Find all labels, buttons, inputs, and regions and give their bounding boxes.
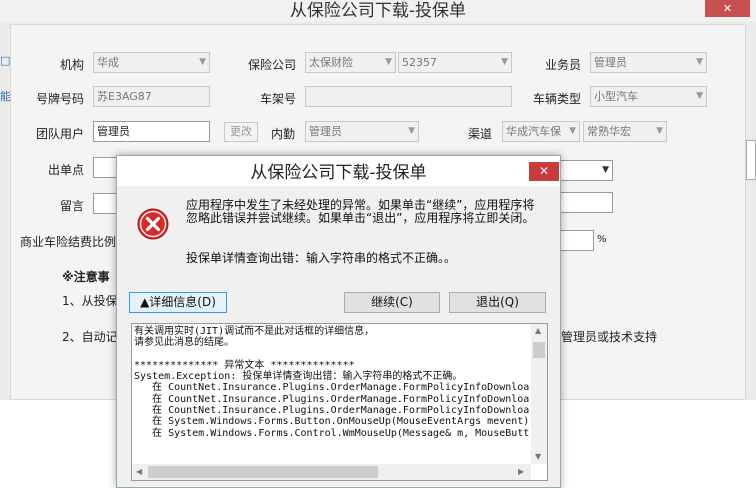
chevron-down-icon: ▼ [656,126,663,136]
channel-value: 华成汽车保 [506,125,561,138]
scroll-left-icon[interactable]: ◀ [136,467,142,476]
dialog-title: 从保险公司下载-投保单 [250,163,427,183]
salesman-select[interactable]: 管理员 ▼ [590,52,707,73]
right-edge-fragment [746,140,756,180]
exception-details-textbox[interactable]: 有关调用实时(JIT)调试而不是此对话框的详细信息， 请参见此消息的结尾。 **… [131,323,548,481]
channel-value2: 常熟华宏 [587,125,631,138]
vertical-scrollbar[interactable]: ▲ ▼ [531,324,547,464]
notes-title: ※注意事 [62,270,110,284]
details-toggle-button[interactable]: ▲详细信息(D) [129,292,227,313]
percent-symbol: % [597,234,607,245]
team-user-label: 团队用户 [36,127,85,141]
left-edge-fragment: □ 能 [0,54,11,103]
chevron-down-icon: ▼ [569,126,576,136]
note-1: 1、从投保 [62,294,118,308]
internal-value: 管理员 [309,125,342,138]
chevron-down-icon: ▼ [199,57,206,67]
plate-label: 号牌号码 [36,92,85,106]
channel-select[interactable]: 华成汽车保 ▼ [502,121,580,142]
frame-label: 车架号 [260,92,297,106]
internal-label: 内勤 [271,127,296,141]
issue-point-label: 出单点 [48,163,85,177]
vehicle-type-label: 车辆类型 [533,92,582,106]
error-dialog: 从保险公司下载-投保单 ✕ 应用程序中发生了未经处理的异常。如果单击“继续”，应… [116,155,561,488]
exception-details-text: 有关调用实时(JIT)调试而不是此对话框的详细信息， 请参见此消息的结尾。 **… [134,326,530,439]
ratio-label: 商业车险结费比例 [20,235,117,249]
continue-button[interactable]: 继续(C) [344,292,440,313]
chevron-down-icon: ▼ [602,165,609,175]
insurer-code-value: 52357 [402,56,437,69]
plate-value: 苏E3AG87 [97,90,152,103]
horizontal-scroll-thumb[interactable] [148,466,378,478]
quit-button[interactable]: 退出(Q) [449,292,546,313]
agency-select[interactable]: 华成 ▼ [93,52,210,73]
agency-value: 华成 [97,56,119,69]
frame-field[interactable] [305,86,512,107]
plate-field[interactable]: 苏E3AG87 [93,86,210,107]
chevron-down-icon: ▼ [385,57,392,67]
horizontal-scrollbar[interactable]: ◀ ▶ [132,464,531,480]
insurer-label: 保险公司 [248,58,297,72]
salesman-label: 业务员 [545,58,582,72]
vehicle-type-value: 小型汽车 [594,90,638,103]
error-detail-message: 投保单详情查询出错：输入字符串的格式不正确。。 [186,251,457,265]
agency-label: 机构 [60,58,85,72]
main-window-title: 从保险公司下载-投保单 [289,1,467,21]
insurer-select[interactable]: 太保财险 ▼ [305,52,396,73]
ratio-field[interactable] [560,230,594,251]
message-label: 留言 [60,199,85,213]
dialog-close-button[interactable]: ✕ [529,162,559,181]
error-message: 应用程序中发生了未经处理的异常。如果单击“继续”，应用程序将忽略此错误并尝试继续… [186,198,535,225]
change-button[interactable]: 更改 [224,122,258,142]
chevron-down-icon: ▼ [696,91,703,101]
salesman-value: 管理员 [594,56,627,69]
scroll-up-icon[interactable]: ▲ [535,326,541,335]
scroll-down-icon[interactable]: ▼ [535,452,541,461]
chevron-down-icon: ▼ [408,126,415,136]
channel-sub-select[interactable]: 常熟华宏 ▼ [583,121,667,142]
team-user-field[interactable]: 管理员 [93,121,210,142]
scroll-right-icon[interactable]: ▶ [518,467,524,476]
issue-point-tail-select[interactable]: ▼ [555,160,613,181]
note-2-tail: 管理员或技术支持 [561,330,658,344]
channel-label: 渠道 [468,127,493,141]
team-user-value: 管理员 [97,125,130,138]
vehicle-type-select[interactable]: 小型汽车 ▼ [590,86,707,107]
vertical-scroll-thumb[interactable] [533,342,545,358]
insurer-value: 太保财险 [309,56,353,69]
chevron-down-icon: ▼ [696,57,703,67]
insurer-code-select[interactable]: 52357 ▼ [398,52,512,73]
message-tail-field[interactable] [555,192,613,213]
internal-select[interactable]: 管理员 ▼ [305,121,419,142]
main-close-button[interactable]: ✕ [705,0,750,17]
error-x-icon [137,208,169,240]
note-2: 2、自动记 [62,330,118,344]
chevron-down-icon: ▼ [501,57,508,67]
